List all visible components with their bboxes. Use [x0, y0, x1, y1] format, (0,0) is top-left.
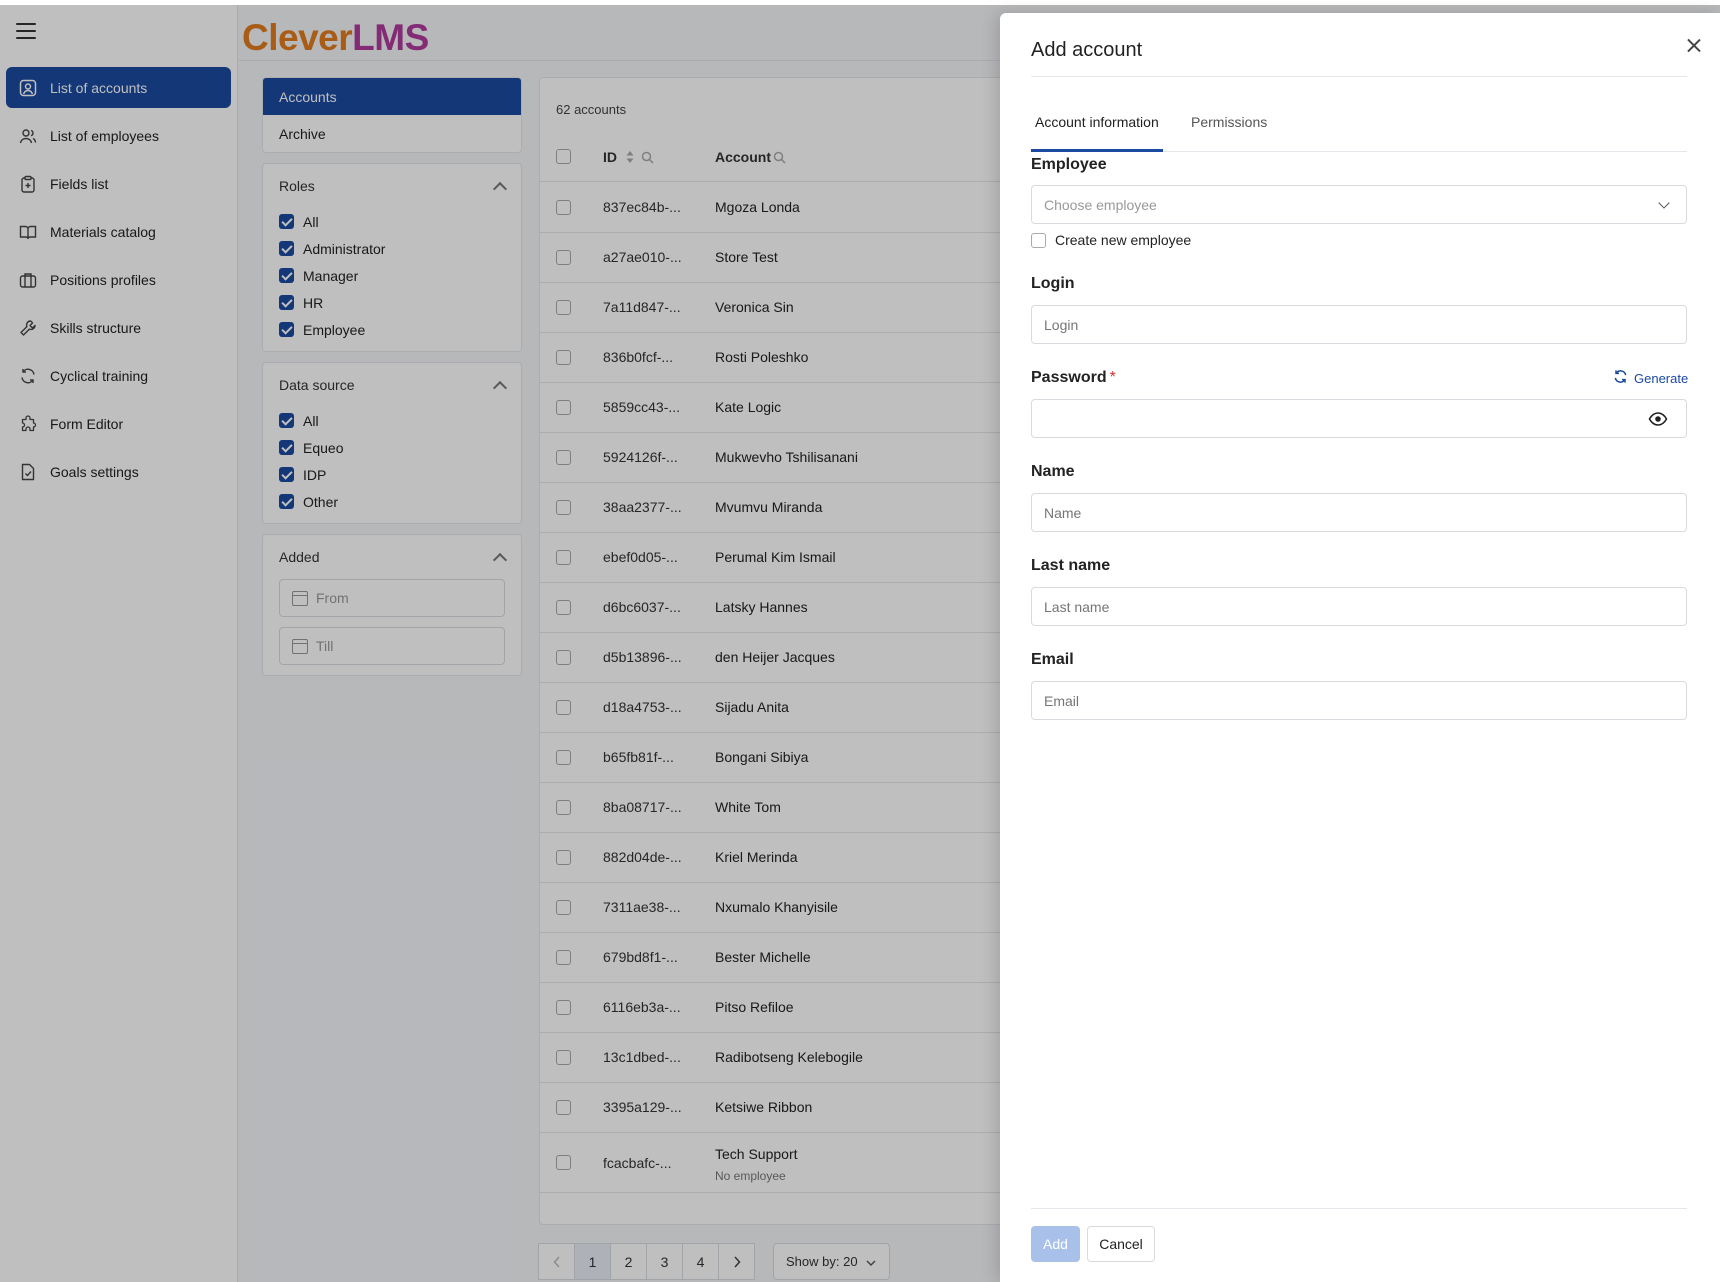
drawer-tabs: Account information Permissions	[1031, 110, 1687, 152]
checkbox-unchecked[interactable]	[1031, 232, 1046, 248]
last-name-label: Last name	[1031, 557, 1111, 574]
password-label-text: Password	[1031, 369, 1107, 386]
add-button[interactable]: Add	[1031, 1226, 1080, 1262]
tab-account-information[interactable]: Account information	[1031, 110, 1163, 152]
login-input[interactable]	[1031, 305, 1687, 344]
create-new-employee-label: Create new employee	[1055, 232, 1192, 248]
eye-icon[interactable]	[1648, 411, 1668, 430]
name-label: Name	[1031, 463, 1075, 480]
drawer-footer-divider	[1031, 1208, 1687, 1209]
tab-permissions[interactable]: Permissions	[1187, 110, 1271, 152]
drawer-divider	[1031, 76, 1687, 77]
add-account-drawer: Add account Account information Permissi…	[1000, 13, 1720, 1282]
employee-placeholder: Choose employee	[1044, 196, 1157, 213]
cancel-button[interactable]: Cancel	[1087, 1226, 1155, 1262]
generate-password-button[interactable]: Generate	[1613, 369, 1688, 387]
employee-label: Employee	[1031, 156, 1107, 173]
employee-select[interactable]: Choose employee	[1031, 185, 1687, 224]
last-name-input[interactable]	[1031, 587, 1687, 626]
email-label: Email	[1031, 651, 1074, 668]
refresh-icon	[1613, 369, 1628, 387]
close-icon[interactable]	[1683, 35, 1705, 57]
password-label: Password *	[1031, 369, 1116, 387]
required-mark: *	[1109, 369, 1116, 386]
create-new-employee-checkbox[interactable]: Create new employee	[1031, 232, 1191, 248]
email-input[interactable]	[1031, 681, 1687, 720]
password-input[interactable]	[1031, 399, 1687, 438]
name-input[interactable]	[1031, 493, 1687, 532]
chevron-down-icon	[1658, 197, 1670, 209]
drawer-title: Add account	[1031, 39, 1143, 61]
login-label: Login	[1031, 275, 1075, 292]
generate-label: Generate	[1634, 370, 1689, 386]
